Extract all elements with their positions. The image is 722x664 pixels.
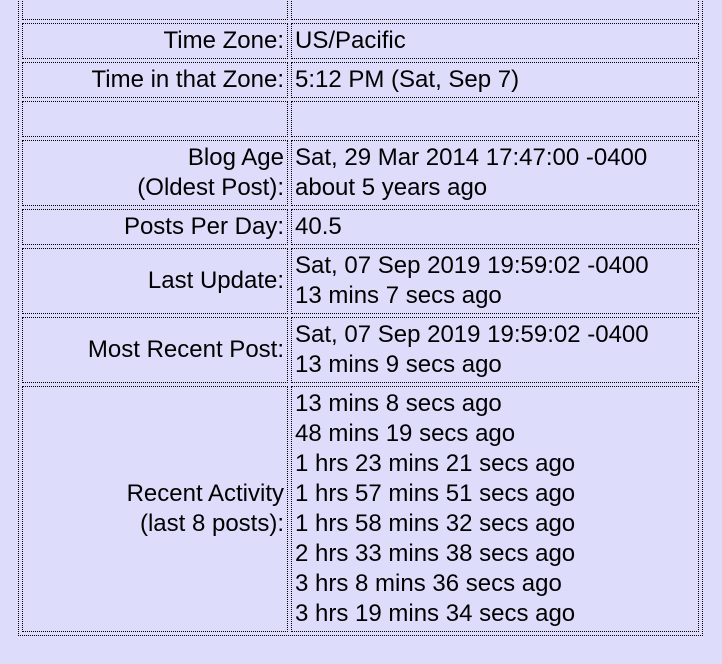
row-blank: [22, 101, 699, 137]
blog-age-label: Blog Age: [187, 144, 284, 171]
blank-label-cell: [22, 101, 288, 137]
recent-activity-sublabel: (last 8 posts):: [139, 510, 284, 537]
recent-activity-item: 1 hrs 23 mins 21 secs ago: [295, 450, 576, 477]
row-time-zone: Time Zone: US/Pacific: [22, 23, 699, 59]
spacer-value-cell: [291, 0, 699, 20]
recent-activity-item: 2 hrs 33 mins 38 secs ago: [295, 540, 576, 567]
row-blog-age: Blog Age (Oldest Post): Sat, 29 Mar 2014…: [22, 140, 699, 206]
row-posts-per-day: Posts Per Day: 40.5: [22, 209, 699, 245]
recent-activity-item: 13 mins 8 secs ago: [295, 390, 502, 417]
blog-age-value-cell: Sat, 29 Mar 2014 17:47:00 -0400 about 5 …: [291, 140, 699, 206]
last-update-relative: 13 mins 7 secs ago: [295, 282, 502, 309]
row-most-recent-post: Most Recent Post: Sat, 07 Sep 2019 19:59…: [22, 317, 699, 383]
row-spacer-top: [22, 0, 699, 20]
most-recent-post-label: Most Recent Post:: [22, 317, 288, 383]
recent-activity-item: 3 hrs 19 mins 34 secs ago: [295, 600, 576, 627]
time-in-zone-label: Time in that Zone:: [22, 62, 288, 98]
recent-activity-item: 1 hrs 58 mins 32 secs ago: [295, 510, 576, 537]
time-zone-value: US/Pacific: [291, 23, 699, 59]
spacer-label-cell: [22, 0, 288, 20]
posts-per-day-label: Posts Per Day:: [22, 209, 288, 245]
recent-activity-item: 48 mins 19 secs ago: [295, 420, 516, 447]
recent-activity-item: 1 hrs 57 mins 51 secs ago: [295, 480, 576, 507]
recent-activity-label-cell: Recent Activity (last 8 posts):: [22, 386, 288, 632]
blog-stats-table: Time Zone: US/Pacific Time in that Zone:…: [18, 0, 703, 636]
blank-value-cell: [291, 101, 699, 137]
last-update-value-cell: Sat, 07 Sep 2019 19:59:02 -0400 13 mins …: [291, 248, 699, 314]
recent-activity-list: 13 mins 8 secs ago 48 mins 19 secs ago 1…: [291, 386, 699, 632]
most-recent-post-relative: 13 mins 9 secs ago: [295, 351, 502, 378]
posts-per-day-value: 40.5: [291, 209, 699, 245]
blog-age-relative: about 5 years ago: [295, 174, 488, 201]
most-recent-post-value-cell: Sat, 07 Sep 2019 19:59:02 -0400 13 mins …: [291, 317, 699, 383]
last-update-date: Sat, 07 Sep 2019 19:59:02 -0400: [295, 252, 649, 279]
time-zone-label: Time Zone:: [22, 23, 288, 59]
blog-age-sublabel: (Oldest Post):: [137, 174, 284, 201]
last-update-label: Last Update:: [22, 248, 288, 314]
row-time-in-zone: Time in that Zone: 5:12 PM (Sat, Sep 7): [22, 62, 699, 98]
blog-age-label-cell: Blog Age (Oldest Post):: [22, 140, 288, 206]
blog-age-date: Sat, 29 Mar 2014 17:47:00 -0400: [295, 144, 648, 171]
most-recent-post-date: Sat, 07 Sep 2019 19:59:02 -0400: [295, 321, 649, 348]
time-in-zone-value: 5:12 PM (Sat, Sep 7): [291, 62, 699, 98]
recent-activity-item: 3 hrs 8 mins 36 secs ago: [295, 570, 562, 597]
row-last-update: Last Update: Sat, 07 Sep 2019 19:59:02 -…: [22, 248, 699, 314]
recent-activity-label: Recent Activity: [126, 480, 284, 507]
row-recent-activity: Recent Activity (last 8 posts): 13 mins …: [22, 386, 699, 632]
